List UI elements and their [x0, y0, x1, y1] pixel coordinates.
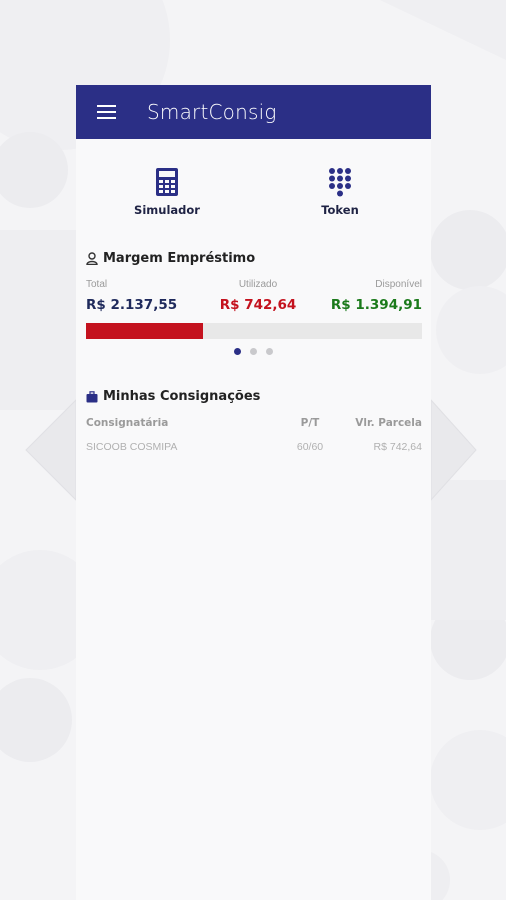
- total-value: R$ 2.137,55: [86, 297, 178, 313]
- page-dot-1[interactable]: [234, 348, 241, 355]
- disponivel-value: R$ 1.394,91: [330, 297, 422, 313]
- row-pt: 60/60: [296, 441, 324, 453]
- keypad-icon: [329, 168, 351, 197]
- margem-usage-bar: [86, 323, 422, 339]
- app-title: SmartConsig: [147, 100, 277, 124]
- consignacoes-title-text: Minhas Consignações: [103, 389, 261, 404]
- total-label: Total: [86, 279, 108, 290]
- page-dot-3[interactable]: [266, 348, 273, 355]
- consignacoes-table: Consignatária P/T Vlr. Parcela SICOOB CO…: [86, 417, 422, 465]
- column-pt: P/T: [300, 417, 320, 429]
- utilizado-label: Utilizado: [238, 279, 278, 290]
- table-header: Consignatária P/T Vlr. Parcela: [86, 417, 422, 441]
- disponivel-label: Disponível: [375, 279, 422, 290]
- app-screen: SmartConsig Simulador Token Margem Empré…: [76, 85, 431, 900]
- column-parcela: Vlr. Parcela: [355, 417, 422, 429]
- user-icon: [86, 252, 98, 265]
- consignacoes-title: Minhas Consignações: [86, 389, 260, 404]
- page-indicator: [76, 348, 431, 355]
- margem-values: R$ 2.137,55 R$ 742,64 R$ 1.394,91: [86, 297, 422, 315]
- app-bar: SmartConsig: [76, 85, 431, 139]
- row-parcela: R$ 742,64: [373, 441, 422, 453]
- simulador-button[interactable]: Simulador: [122, 167, 212, 217]
- simulador-label: Simulador: [134, 203, 200, 217]
- hamburger-icon: [96, 105, 116, 120]
- token-button[interactable]: Token: [295, 167, 385, 217]
- menu-button[interactable]: [76, 85, 136, 139]
- margem-title-text: Margem Empréstimo: [103, 251, 256, 266]
- column-consignataria: Consignatária: [86, 417, 169, 429]
- briefcase-icon: [86, 390, 98, 402]
- calculator-icon: [156, 168, 178, 196]
- table-row[interactable]: SICOOB COSMIPA 60/60 R$ 742,64: [86, 441, 422, 465]
- row-consignataria: SICOOB COSMIPA: [86, 441, 178, 453]
- page-dot-2[interactable]: [250, 348, 257, 355]
- margem-title: Margem Empréstimo: [86, 251, 255, 266]
- token-label: Token: [321, 203, 359, 217]
- utilizado-value: R$ 742,64: [219, 297, 297, 313]
- margem-usage-fill: [86, 323, 203, 339]
- shortcut-bar: Simulador Token: [76, 167, 431, 227]
- margem-labels: Total Utilizado Disponível: [86, 279, 422, 293]
